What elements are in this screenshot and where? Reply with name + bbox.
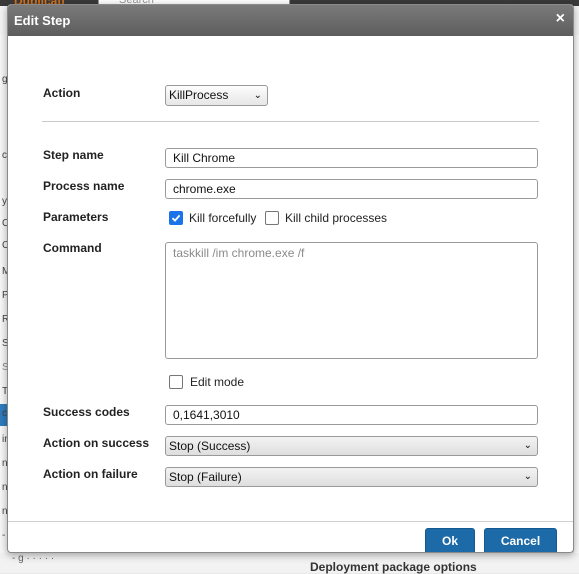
- action-label: Action: [43, 86, 81, 100]
- action-on-failure-value: Stop (Failure): [169, 470, 242, 484]
- action-on-failure-label: Action on failure: [43, 467, 138, 481]
- success-codes-input[interactable]: 0,1641,3010: [165, 405, 538, 425]
- process-name-label: Process name: [43, 179, 125, 193]
- action-select[interactable]: KillProcess ⌄: [165, 85, 268, 106]
- command-textarea[interactable]: taskkill /im chrome.exe /f: [165, 242, 538, 359]
- edit-step-dialog: Edit Step × Action KillProcess ⌄ Step na…: [7, 4, 574, 553]
- edit-mode-checkbox[interactable]: [169, 375, 183, 389]
- action-select-value: KillProcess: [169, 88, 229, 102]
- checkmark-icon: [171, 214, 181, 222]
- chevron-down-icon: ⌄: [523, 471, 532, 482]
- chevron-down-icon: ⌄: [523, 440, 532, 451]
- process-name-input[interactable]: chrome.exe: [165, 179, 538, 199]
- kill-child-processes-label: Kill child processes: [285, 211, 388, 225]
- background-bottom-heading: Deployment package options: [310, 560, 477, 574]
- background-left-letter: -: [2, 530, 6, 541]
- step-name-label: Step name: [43, 148, 104, 162]
- dialog-titlebar: Edit Step ×: [8, 5, 573, 36]
- dialog-title: Edit Step: [14, 13, 71, 28]
- cancel-button[interactable]: Cancel: [484, 528, 557, 552]
- action-on-success-value: Stop (Success): [169, 439, 251, 453]
- kill-forcefully-checkbox[interactable]: [169, 211, 183, 225]
- parameters-label: Parameters: [43, 210, 109, 224]
- action-on-failure-select[interactable]: Stop (Failure) ⌄: [165, 467, 538, 487]
- background-bottom: [0, 553, 579, 573]
- action-on-success-label: Action on success: [43, 436, 150, 450]
- command-label: Command: [43, 241, 102, 255]
- ok-button[interactable]: Ok: [425, 528, 475, 552]
- kill-forcefully-label: Kill forcefully: [189, 211, 257, 225]
- chevron-down-icon: ⌄: [253, 90, 262, 101]
- edit-mode-label: Edit mode: [190, 375, 245, 389]
- footer-divider: [8, 521, 573, 522]
- action-on-success-select[interactable]: Stop (Success) ⌄: [165, 436, 538, 456]
- background-bottom-left-text: - g · · · · ·: [12, 553, 55, 564]
- step-name-input[interactable]: Kill Chrome: [165, 148, 538, 168]
- close-icon[interactable]: ×: [556, 11, 565, 27]
- success-codes-label: Success codes: [43, 405, 130, 419]
- divider: [42, 121, 539, 122]
- kill-child-processes-checkbox[interactable]: [265, 211, 279, 225]
